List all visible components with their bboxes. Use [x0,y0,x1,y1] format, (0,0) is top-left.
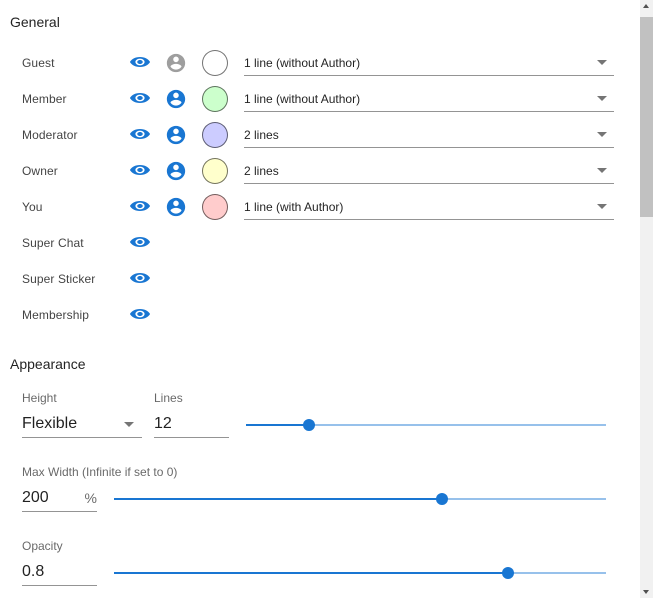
role-label: You [22,200,43,214]
display-mode-value: 2 lines [244,128,279,142]
opacity-input-value: 0.8 [22,563,45,580]
event-row-membership: Membership [0,298,640,334]
event-row-super-sticker: Super Sticker [0,262,640,298]
max-width-input[interactable]: 200 % [22,484,97,512]
chevron-down-icon [124,422,134,427]
eye-icon[interactable] [129,270,151,286]
account-circle-icon[interactable] [165,160,187,182]
lines-input[interactable]: 12 [154,410,229,438]
role-label: Guest [22,56,55,70]
chevron-down-icon [597,96,607,101]
max-width-slider-thumb[interactable] [436,493,449,505]
display-mode-value: 1 line (without Author) [244,56,361,70]
role-row-moderator: Moderator 2 lines [0,118,640,154]
account-circle-icon[interactable] [165,52,187,74]
role-label: Moderator [22,128,78,142]
display-mode-value: 1 line (with Author) [244,200,344,214]
role-label: Owner [22,164,58,178]
event-label: Membership [22,308,90,322]
eye-icon[interactable] [129,126,151,142]
scroll-up-arrow-icon[interactable] [643,4,649,8]
eye-icon[interactable] [129,54,151,70]
color-swatch[interactable] [202,50,228,76]
display-mode-select[interactable]: 2 lines [244,122,614,148]
display-mode-select[interactable]: 1 line (without Author) [244,50,614,76]
opacity-input[interactable]: 0.8 [22,558,97,586]
max-width-input-value: 200 [22,489,49,506]
opacity-slider-thumb[interactable] [501,567,514,579]
role-row-guest: Guest 1 line (without Author) [0,46,640,82]
display-mode-select[interactable]: 1 line (with Author) [244,194,614,220]
event-label: Super Sticker [22,272,96,286]
eye-icon[interactable] [129,198,151,214]
height-select[interactable]: Flexible [22,410,142,438]
eye-icon[interactable] [129,162,151,178]
lines-slider[interactable] [246,419,606,431]
role-row-member: Member 1 line (without Author) [0,82,640,118]
height-label: Height [22,391,57,405]
max-width-slider-track-fill [114,498,443,500]
max-width-slider[interactable] [114,493,606,505]
role-row-owner: Owner 2 lines [0,154,640,190]
eye-icon[interactable] [129,234,151,250]
color-swatch[interactable] [202,194,228,220]
chevron-down-icon [597,60,607,65]
display-mode-value: 2 lines [244,164,279,178]
account-circle-icon[interactable] [165,88,187,110]
color-swatch[interactable] [202,86,228,112]
color-swatch[interactable] [202,158,228,184]
max-width-unit: % [84,490,97,506]
vertical-scrollbar[interactable] [640,0,653,598]
display-mode-select[interactable]: 1 line (without Author) [244,86,614,112]
display-mode-select[interactable]: 2 lines [244,158,614,184]
max-width-label: Max Width (Infinite if set to 0) [22,465,178,479]
general-section-title: General [10,14,60,30]
role-label: Member [22,92,67,106]
chevron-down-icon [597,168,607,173]
opacity-slider[interactable] [114,567,606,579]
role-row-you: You 1 line (with Author) [0,190,640,226]
opacity-slider-track-fill [114,572,508,574]
appearance-section-title: Appearance [10,356,86,372]
lines-label: Lines [154,391,183,405]
chevron-down-icon [597,204,607,209]
lines-slider-track-fill [246,424,309,426]
account-circle-icon[interactable] [165,124,187,146]
chevron-down-icon [597,132,607,137]
color-swatch[interactable] [202,122,228,148]
scrollbar-thumb[interactable] [640,17,653,217]
height-select-value: Flexible [22,415,78,432]
account-circle-icon[interactable] [165,196,187,218]
scroll-down-arrow-icon[interactable] [643,590,649,594]
display-mode-value: 1 line (without Author) [244,92,361,106]
event-label: Super Chat [22,236,84,250]
lines-input-value: 12 [154,415,172,432]
eye-icon[interactable] [129,90,151,106]
opacity-label: Opacity [22,539,63,553]
event-row-super-chat: Super Chat [0,226,640,262]
lines-slider-thumb[interactable] [303,419,315,431]
eye-icon[interactable] [129,306,151,322]
